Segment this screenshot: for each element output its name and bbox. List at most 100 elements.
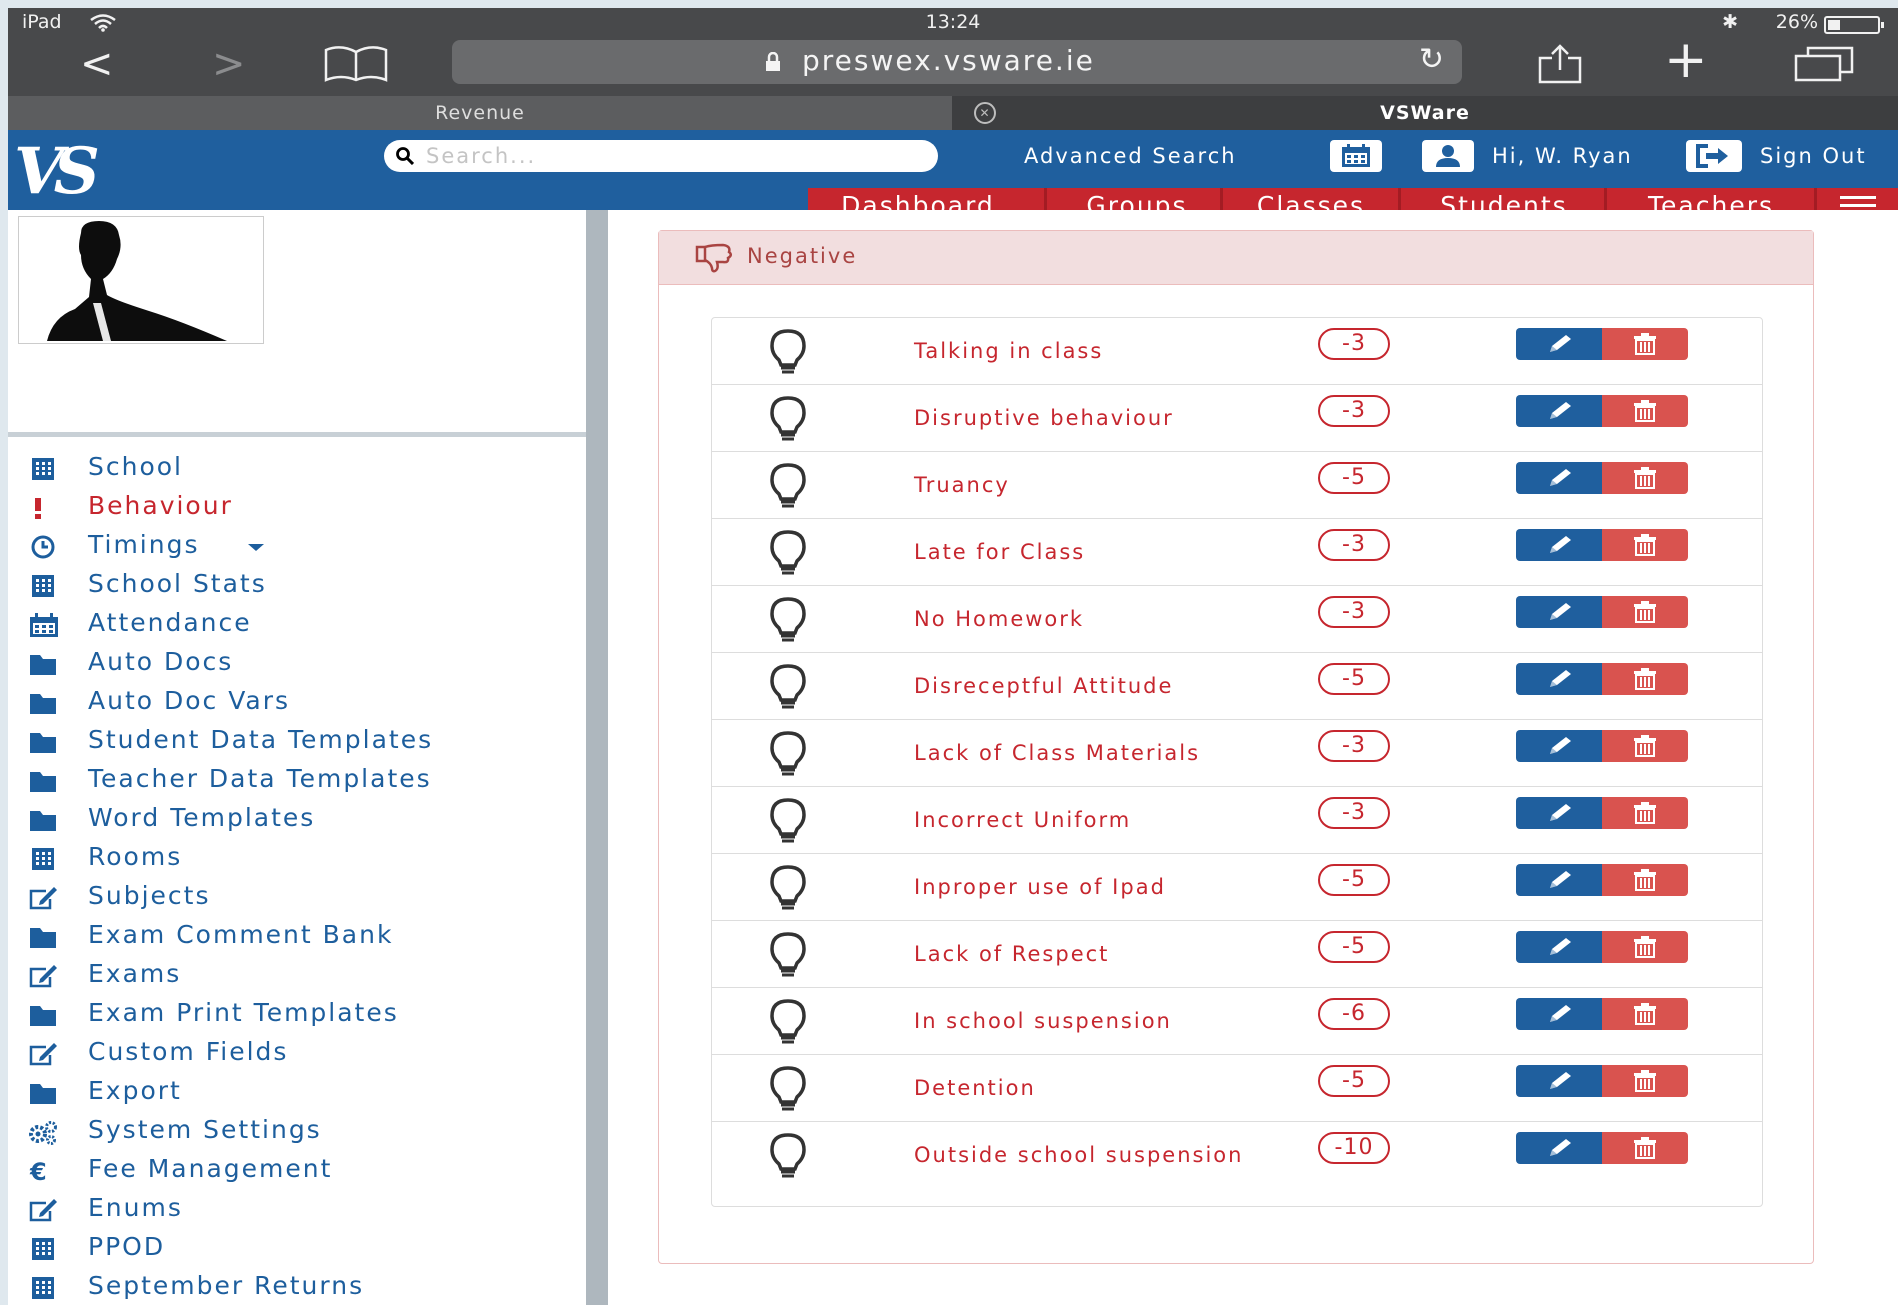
caret-down-icon[interactable] <box>248 544 264 551</box>
sidebar-item-label: School Stats <box>88 569 267 598</box>
points-badge: -5 <box>1318 864 1390 896</box>
menu-students[interactable]: Students <box>1404 188 1604 210</box>
tab-close-icon[interactable]: ✕ <box>974 102 996 124</box>
search-input[interactable] <box>426 142 916 170</box>
menu-divider <box>1220 188 1223 210</box>
edit-button[interactable] <box>1516 529 1602 561</box>
delete-button[interactable] <box>1602 864 1688 896</box>
delete-button[interactable] <box>1602 1132 1688 1164</box>
tabs-icon[interactable] <box>1794 46 1854 82</box>
points-badge: -3 <box>1318 328 1390 360</box>
tab-vsware[interactable]: ✕ VSWare <box>952 96 1898 130</box>
back-icon[interactable]: < <box>80 44 114 84</box>
edit-button[interactable] <box>1516 1065 1602 1097</box>
sidebar-item-school-stats[interactable]: School Stats <box>8 567 586 605</box>
edit-button[interactable] <box>1516 864 1602 896</box>
sidebar-item-enums[interactable]: Enums <box>8 1191 586 1229</box>
delete-button[interactable] <box>1602 931 1688 963</box>
sign-out-button[interactable] <box>1686 140 1742 172</box>
sidebar-item-rooms[interactable]: Rooms <box>8 840 586 878</box>
pencil-icon <box>1544 1136 1574 1160</box>
menu-divider <box>1044 188 1047 210</box>
sidebar-item-auto-docs[interactable]: Auto Docs <box>8 645 586 683</box>
person-silhouette-icon <box>19 217 263 343</box>
list-item: Disreceptful Attitude -5 <box>712 653 1762 720</box>
points-badge: -5 <box>1318 462 1390 494</box>
edit-button[interactable] <box>1516 596 1602 628</box>
lightbulb-icon <box>764 998 812 1046</box>
sidebar-item-behaviour[interactable]: Behaviour <box>8 489 586 527</box>
behaviour-name: Disruptive behaviour <box>914 406 1174 430</box>
edit-button[interactable] <box>1516 395 1602 427</box>
sidebar-item-school[interactable]: School <box>8 450 586 488</box>
delete-button[interactable] <box>1602 529 1688 561</box>
search-icon <box>396 147 415 166</box>
sidebar-item-label: Enums <box>88 1193 183 1222</box>
forward-icon[interactable]: > <box>212 44 246 84</box>
behaviour-name: Truancy <box>914 473 1010 497</box>
bookmarks-icon[interactable] <box>324 46 388 82</box>
points-badge: -3 <box>1318 730 1390 762</box>
edit-button[interactable] <box>1516 998 1602 1030</box>
sidebar-item-student-data-templates[interactable]: Student Data Templates <box>8 723 586 761</box>
edit-button[interactable] <box>1516 663 1602 695</box>
delete-button[interactable] <box>1602 328 1688 360</box>
sidebar-item-fee-management[interactable]: € Fee Management <box>8 1152 586 1190</box>
sidebar-item-subjects[interactable]: Subjects <box>8 879 586 917</box>
list-item: Inproper use of Ipad -5 <box>712 854 1762 921</box>
edit-button[interactable] <box>1516 328 1602 360</box>
delete-button[interactable] <box>1602 1065 1688 1097</box>
sidebar-item-timings[interactable]: Timings <box>8 528 586 566</box>
delete-button[interactable] <box>1602 395 1688 427</box>
points-badge: -6 <box>1318 998 1390 1030</box>
delete-button[interactable] <box>1602 596 1688 628</box>
sidebar-item-exams[interactable]: Exams <box>8 957 586 995</box>
edit-button[interactable] <box>1516 797 1602 829</box>
folder-icon <box>28 807 58 833</box>
edit-button[interactable] <box>1516 462 1602 494</box>
edit-button[interactable] <box>1516 931 1602 963</box>
edit-button[interactable] <box>1516 730 1602 762</box>
sidebar-item-ppod[interactable]: PPOD <box>8 1230 586 1268</box>
delete-button[interactable] <box>1602 797 1688 829</box>
advanced-search-link[interactable]: Advanced Search <box>1024 144 1237 168</box>
edit-icon <box>28 963 58 989</box>
sidebar-item-teacher-data-templates[interactable]: Teacher Data Templates <box>8 762 586 800</box>
behaviour-name: Late for Class <box>914 540 1086 564</box>
sign-out-link[interactable]: Sign Out <box>1760 144 1867 168</box>
sidebar-item-word-templates[interactable]: Word Templates <box>8 801 586 839</box>
menu-classes[interactable]: Classes <box>1226 188 1396 210</box>
address-bar[interactable]: preswex.vsware.ie ↻ <box>452 40 1462 84</box>
sidebar-item-export[interactable]: Export <box>8 1074 586 1112</box>
trash-icon <box>1630 600 1660 624</box>
menu-hamburger-icon[interactable] <box>1840 194 1876 210</box>
delete-button[interactable] <box>1602 730 1688 762</box>
list-item: Truancy -5 <box>712 452 1762 519</box>
avatar[interactable] <box>18 216 264 344</box>
sidebar-item-auto-doc-vars[interactable]: Auto Doc Vars <box>8 684 586 722</box>
user-profile-button[interactable] <box>1422 140 1474 172</box>
delete-button[interactable] <box>1602 663 1688 695</box>
new-tab-icon[interactable]: + <box>1664 34 1708 86</box>
sidebar-scrollbar[interactable] <box>586 210 608 1305</box>
sidebar-item-attendance[interactable]: Attendance <box>8 606 586 644</box>
tab-revenue[interactable]: Revenue <box>8 96 952 130</box>
calendar-button[interactable] <box>1330 140 1382 172</box>
lock-icon <box>764 51 782 72</box>
menu-teachers[interactable]: Teachers <box>1608 188 1814 210</box>
sidebar-item-system-settings[interactable]: System Settings <box>8 1113 586 1151</box>
menu-dashboard[interactable]: Dashboard <box>818 188 1018 210</box>
menu-divider <box>1398 188 1401 210</box>
menu-groups[interactable]: Groups <box>1052 188 1222 210</box>
sidebar-item-exam-comment-bank[interactable]: Exam Comment Bank <box>8 918 586 956</box>
url-text: preswex.vsware.ie <box>802 44 1095 77</box>
delete-button[interactable] <box>1602 998 1688 1030</box>
delete-button[interactable] <box>1602 462 1688 494</box>
logo[interactable]: VS <box>14 134 100 209</box>
sidebar-item-exam-print-templates[interactable]: Exam Print Templates <box>8 996 586 1034</box>
reload-icon[interactable]: ↻ <box>1419 42 1444 77</box>
sidebar-item-september-returns[interactable]: September Returns <box>8 1269 586 1305</box>
sidebar-item-custom-fields[interactable]: Custom Fields <box>8 1035 586 1073</box>
share-icon[interactable] <box>1536 44 1584 84</box>
edit-button[interactable] <box>1516 1132 1602 1164</box>
